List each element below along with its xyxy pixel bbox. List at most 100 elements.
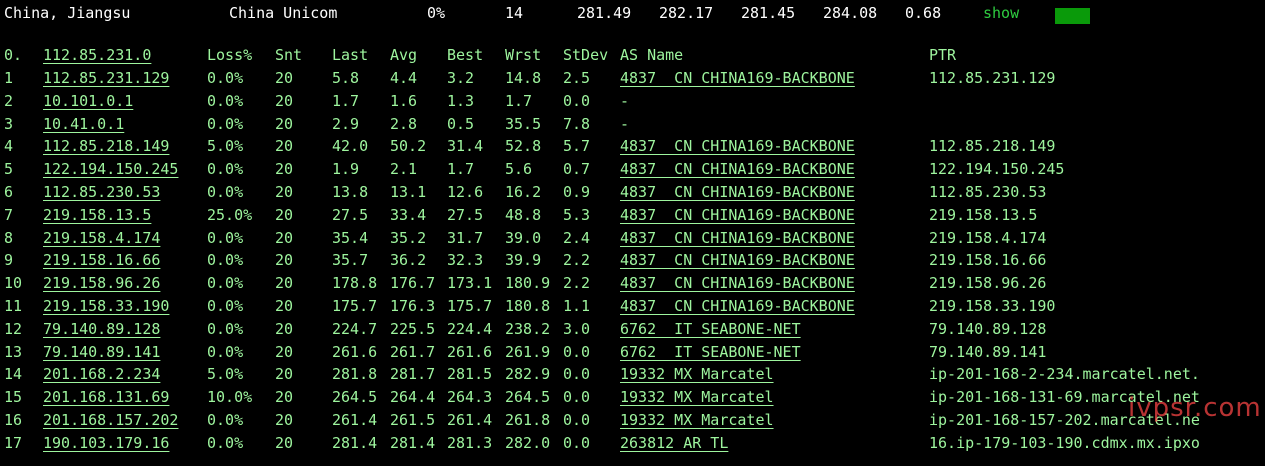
hop-host-link[interactable]: 112.85.231.129 xyxy=(43,69,169,87)
hop-host-link[interactable]: 79.140.89.141 xyxy=(43,343,160,361)
hop-stdev: 5.7 xyxy=(563,137,591,156)
hop-last: 35.4 xyxy=(332,228,369,247)
table-row: 4 112.85.218.149 5.0% 20 42.0 50.2 31.4 52.8 5.7… xyxy=(0,137,1265,160)
hop-as-name: - xyxy=(620,91,630,110)
hop-avg: 33.4 xyxy=(390,205,427,224)
hop-as-name[interactable]: 4837 CN CHINA169-BACKBONE xyxy=(620,137,855,155)
hop-best: 175.7 xyxy=(447,297,493,315)
hop-stdev: 2.5 xyxy=(563,69,591,87)
hop-host-link[interactable]: 190.103.179.16 xyxy=(43,434,169,452)
hop-last: 5.8 xyxy=(332,69,360,87)
hop-worst: 39.0 xyxy=(505,228,542,247)
hop-as-name[interactable]: 4837 CN CHINA169-BACKBONE xyxy=(620,297,855,315)
hop-host-link[interactable]: 219.158.16.66 xyxy=(43,251,160,269)
hop-ptr: 112.85.218.149 xyxy=(929,137,1056,156)
table-row: 6 112.85.230.53 0.0% 20 13.8 13.1 12.6 16.2 0.9 4… xyxy=(0,183,1265,206)
hop-worst: 261.9 xyxy=(505,342,551,361)
hop-sent: 20 xyxy=(275,137,294,156)
hop-host-link[interactable]: 201.168.2.234 xyxy=(43,365,160,383)
header-wrst: Wrst xyxy=(505,46,542,64)
hop-as-name: - xyxy=(620,114,630,133)
hop-stdev: 5.3 xyxy=(563,205,591,224)
header-stdev: StDev xyxy=(563,46,609,64)
hop-avg: 176.7 xyxy=(390,274,436,293)
hop-best: 0.5 xyxy=(447,114,475,133)
hop-as-name[interactable]: 4837 CN CHINA169-BACKBONE xyxy=(620,160,855,178)
hop-host-link[interactable]: 201.168.157.202 xyxy=(43,411,178,429)
hop-as-name[interactable]: 4837 CN CHINA169-BACKBONE xyxy=(620,274,855,292)
hop-as-name[interactable]: 4837 CN CHINA169-BACKBONE xyxy=(620,206,855,224)
table-row: 1 112.85.231.129 0.0% 20 5.8 4.4 3.2 14.8 2.5 483… xyxy=(0,69,1265,92)
hop-number: 11 xyxy=(4,297,23,315)
hop-host-link[interactable]: 219.158.4.174 xyxy=(43,229,160,247)
hop-last: 178.8 xyxy=(332,274,378,293)
hop-number: 16 xyxy=(4,411,23,429)
hop-loss: 0.0% xyxy=(207,251,244,270)
hop-avg: 4.4 xyxy=(390,69,418,87)
hop-as-name[interactable]: 4837 CN CHINA169-BACKBONE xyxy=(620,69,855,87)
hop-number: 4 xyxy=(4,137,14,156)
hop-best: 281.5 xyxy=(447,365,493,384)
hop-host-link[interactable]: 201.168.131.69 xyxy=(43,388,169,406)
hop-host-link[interactable]: 79.140.89.128 xyxy=(43,320,160,338)
hop-host-link[interactable]: 219.158.13.5 xyxy=(43,206,151,224)
table-row: 11 219.158.33.190 0.0% 20 175.7 176.3 175.7 180… xyxy=(0,297,1265,320)
hop-avg: 281.7 xyxy=(390,365,436,384)
hop-last: 264.5 xyxy=(332,388,378,407)
status-indicator-bar xyxy=(1055,8,1090,24)
hop-as-name[interactable]: 4837 CN CHINA169-BACKBONE xyxy=(620,229,855,247)
hop-host-link[interactable]: 112.85.218.149 xyxy=(43,137,169,155)
hop-host-link[interactable]: 112.85.230.53 xyxy=(43,183,160,201)
hop-as-name[interactable]: 263812 AR TL xyxy=(620,434,728,452)
hop-best: 27.5 xyxy=(447,205,484,224)
hop-sent: 20 xyxy=(275,297,294,315)
hop-best: 281.3 xyxy=(447,433,493,452)
hop-best: 32.3 xyxy=(447,251,484,270)
hop-number: 5 xyxy=(4,160,14,179)
hop-last: 1.9 xyxy=(332,160,360,179)
hop-worst: 39.9 xyxy=(505,251,542,270)
header-ptr: PTR xyxy=(929,46,957,64)
hop-as-name[interactable]: 6762 IT SEABONE-NET xyxy=(620,320,801,338)
hop-host-link[interactable]: 219.158.33.190 xyxy=(43,297,169,315)
hop-stdev: 0.7 xyxy=(563,160,591,179)
table-row: 5 122.194.150.245 0.0% 20 1.9 2.1 1.7 5.6 0.7 483… xyxy=(0,160,1265,183)
hop-loss: 0.0% xyxy=(207,297,244,315)
summary-sent: 14 xyxy=(505,4,524,22)
summary-isp: China Unicom xyxy=(229,4,338,22)
hop-ptr: 219.158.96.26 xyxy=(929,274,1047,293)
hop-ptr: 16.ip-179-103-190.cdmx.mx.ipxo xyxy=(929,433,1200,452)
hop-number: 13 xyxy=(4,342,23,361)
hop-sent: 20 xyxy=(275,274,294,293)
summary-bar: China, Jiangsu China Unicom 0% 14 281.49… xyxy=(0,0,1265,26)
hop-as-name[interactable]: 19332 MX Marcatel xyxy=(620,365,774,383)
hop-as-name[interactable]: 4837 CN CHINA169-BACKBONE xyxy=(620,251,855,269)
table-row: 3 10.41.0.1 0.0% 20 2.9 2.8 0.5 35.5 7.8 - xyxy=(0,115,1265,138)
header-target-host[interactable]: 112.85.231.0 xyxy=(43,46,151,64)
hop-as-name[interactable]: 19332 MX Marcatel xyxy=(620,411,774,429)
hop-worst: 5.6 xyxy=(505,160,533,179)
show-toggle-link[interactable]: show xyxy=(983,4,1019,22)
hop-number: 14 xyxy=(4,365,23,384)
table-row: 9 219.158.16.66 0.0% 20 35.7 36.2 32.3 39.9 2.2 4… xyxy=(0,251,1265,274)
hop-as-name[interactable]: 19332 MX Marcatel xyxy=(620,388,774,406)
hop-host-link[interactable]: 10.41.0.1 xyxy=(43,115,124,133)
hop-host-link[interactable]: 122.194.150.245 xyxy=(43,160,178,178)
hop-sent: 20 xyxy=(275,342,294,361)
hop-last: 175.7 xyxy=(332,297,378,315)
header-loss: Loss% xyxy=(207,46,253,64)
hop-worst: 35.5 xyxy=(505,114,542,133)
summary-location: China, Jiangsu xyxy=(4,4,131,22)
summary-last: 281.49 xyxy=(577,4,632,22)
hop-worst: 48.8 xyxy=(505,205,542,224)
hop-as-name[interactable]: 6762 IT SEABONE-NET xyxy=(620,343,801,361)
hop-ptr: 112.85.231.129 xyxy=(929,69,1056,87)
hop-stdev: 0.0 xyxy=(563,411,591,429)
hop-host-link[interactable]: 219.158.96.26 xyxy=(43,274,160,292)
hop-host-link[interactable]: 10.101.0.1 xyxy=(43,92,133,110)
hop-avg: 13.1 xyxy=(390,183,427,201)
hop-stdev: 0.9 xyxy=(563,183,591,201)
hop-sent: 20 xyxy=(275,411,294,429)
hop-number: 8 xyxy=(4,228,14,247)
hop-as-name[interactable]: 4837 CN CHINA169-BACKBONE xyxy=(620,183,855,201)
